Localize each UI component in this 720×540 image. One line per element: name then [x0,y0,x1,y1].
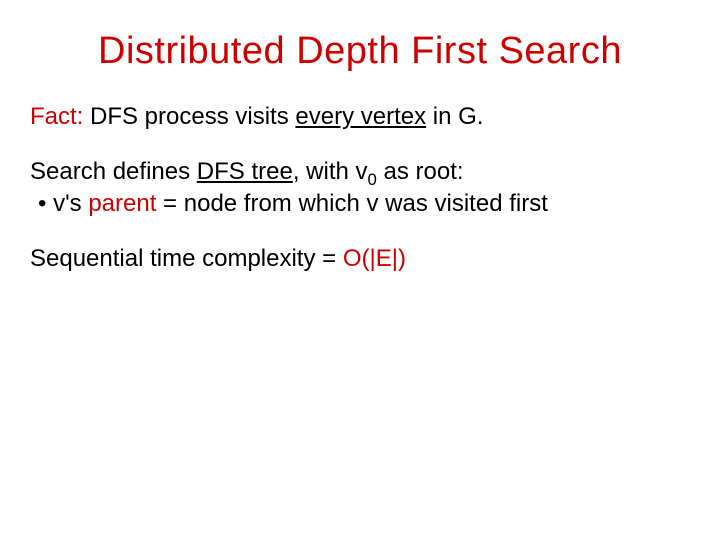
tree-intro-2: , with v [293,158,368,185]
fact-text-1: DFS process visits [83,103,295,130]
complexity-prefix: Sequential time complexity = [30,245,343,272]
slide-title: Distributed Depth First Search [30,30,690,73]
slide: Distributed Depth First Search Fact: DFS… [0,0,720,319]
tree-bullet: • v's parent = node from which v was vis… [38,190,690,219]
bullet-suffix: = node from which v was visited first [156,190,547,217]
tree-intro-line: Search defines DFS tree, with v0 as root… [30,158,690,190]
fact-text-2: in G. [426,103,483,130]
complexity-bigO: O(|E|) [343,245,406,272]
bullet-parent-word: parent [88,190,156,217]
slide-body: Fact: DFS process visits every vertex in… [30,103,690,273]
tree-intro-1: Search defines [30,158,197,185]
tree-definition: Search defines DFS tree, with v0 as root… [30,158,690,219]
tree-underline: DFS tree [197,158,293,185]
tree-subscript: 0 [368,170,377,189]
bullet-prefix: • v's [38,190,88,217]
tree-intro-3: as root: [377,158,464,185]
complexity-line: Sequential time complexity = O(|E|) [30,245,690,274]
fact-line: Fact: DFS process visits every vertex in… [30,103,690,132]
fact-underline: every vertex [295,103,426,130]
fact-label: Fact: [30,103,83,130]
